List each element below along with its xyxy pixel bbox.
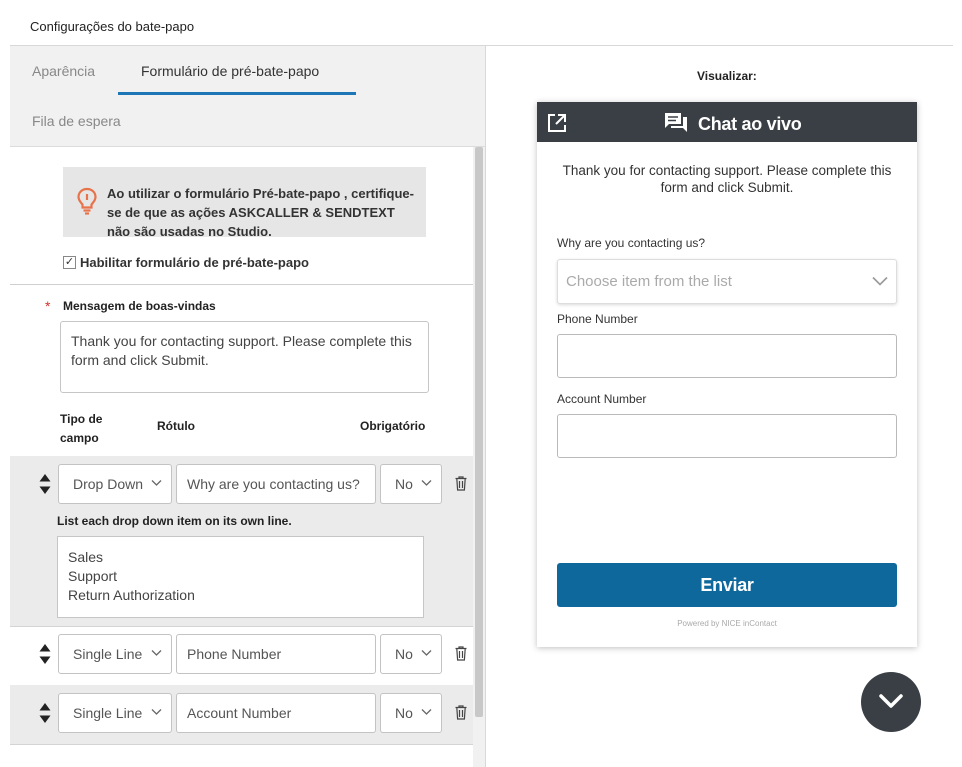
required-marker: * [45, 298, 51, 314]
row-divider [10, 626, 473, 627]
chevron-down-icon [151, 650, 162, 656]
scroll-down-button[interactable] [861, 672, 921, 732]
preview-title: Visualizar: [697, 69, 757, 83]
chat-widget-preview: Chat ao vivo Thank you for contacting su… [537, 102, 917, 647]
section-divider [10, 284, 473, 285]
field-type-select[interactable]: Single Line [58, 693, 172, 733]
row-divider [10, 744, 473, 745]
field-type-select[interactable]: Single Line [58, 634, 172, 674]
dropdown-items-hint: List each drop down item on its own line… [57, 514, 292, 528]
prechat-notice: Ao utilizar o formulário Pré-bate-papo ,… [63, 167, 426, 239]
dropdown-item: Sales [68, 549, 104, 565]
chevron-down-icon [421, 709, 432, 715]
column-header-label: Rótulo [157, 419, 195, 433]
trash-icon[interactable] [455, 646, 467, 661]
chevron-down-icon [421, 650, 432, 656]
tab-appearance[interactable]: Aparência [32, 63, 95, 79]
drag-handle-icon[interactable] [39, 474, 51, 494]
preview-dropdown[interactable]: Choose item from the list [557, 259, 897, 304]
active-tab-indicator [118, 92, 356, 95]
drag-handle-icon[interactable] [39, 703, 51, 723]
field-required-select[interactable]: No [380, 634, 442, 674]
field-type-value: Drop Down [73, 476, 144, 492]
chevron-down-icon [872, 276, 888, 286]
column-header-type: Tipo de campo [60, 412, 103, 445]
chevron-down-icon [421, 480, 432, 486]
enable-prechat-row[interactable]: ✓ Habilitar formulário de pré-bate-papo [63, 255, 309, 270]
field-type-select[interactable]: Drop Down [58, 464, 172, 504]
dropdown-item: Support [68, 568, 118, 584]
scrollbar-thumb[interactable] [475, 147, 483, 717]
field-type-value: Single Line [73, 705, 143, 721]
chevron-down-icon [879, 694, 903, 708]
notice-text: Ao utilizar o formulário Pré-bate-papo ,… [107, 186, 414, 239]
welcome-message-textarea[interactable]: Thank you for contacting support. Please… [60, 321, 429, 393]
field-label-input[interactable]: Account Number [176, 693, 376, 733]
field-label-input[interactable]: Phone Number [176, 634, 376, 674]
field-required-value: No [395, 705, 413, 721]
chevron-down-icon [151, 709, 162, 715]
submit-button[interactable]: Enviar [557, 563, 897, 607]
preview-phone-input[interactable] [557, 334, 897, 378]
chat-widget-intro: Thank you for contacting support. Please… [562, 163, 892, 195]
tab-prechat-form[interactable]: Formulário de pré-bate-papo [141, 63, 319, 79]
tab-queue[interactable]: Fila de espera [32, 113, 121, 129]
chevron-down-icon [151, 480, 162, 486]
enable-prechat-label: Habilitar formulário de pré-bate-papo [80, 255, 309, 270]
column-header-required: Obrigatório [360, 419, 426, 433]
tab-bar: Aparência Formulário de pré-bate-papo Fi… [10, 46, 485, 147]
lightbulb-icon [77, 187, 97, 215]
chat-widget-title: Chat ao vivo [698, 114, 802, 134]
drag-handle-icon[interactable] [39, 644, 51, 664]
dropdown-items-textarea[interactable]: Sales Support Return Authorization [57, 536, 424, 618]
field-type-value: Single Line [73, 646, 143, 662]
field-label-input[interactable]: Why are you contacting us? [176, 464, 376, 504]
chat-widget-header: Chat ao vivo [537, 102, 917, 142]
preview-field-label: Why are you contacting us? [557, 236, 706, 250]
trash-icon[interactable] [455, 476, 467, 491]
field-required-value: No [395, 646, 413, 662]
popout-icon[interactable] [547, 113, 567, 133]
preview-field-label: Phone Number [557, 312, 638, 326]
welcome-message-label: Mensagem de boas-vindas [63, 299, 216, 313]
dropdown-item: Return Authorization [68, 587, 195, 603]
settings-panel: Aparência Formulário de pré-bate-papo Fi… [10, 46, 486, 767]
preview-account-input[interactable] [557, 414, 897, 458]
field-required-select[interactable]: No [380, 464, 442, 504]
field-required-value: No [395, 476, 413, 492]
chat-bubble-icon [665, 113, 687, 132]
preview-dropdown-placeholder: Choose item from the list [566, 273, 732, 290]
preview-field-label: Account Number [557, 392, 647, 406]
powered-by-text: Powered by NICE inContact [677, 619, 777, 628]
trash-icon[interactable] [455, 705, 467, 720]
page-title: Configurações do bate-papo [30, 19, 195, 34]
enable-prechat-checkbox[interactable]: ✓ [63, 256, 76, 269]
panel-scrollbar[interactable] [473, 147, 485, 767]
field-required-select[interactable]: No [380, 693, 442, 733]
